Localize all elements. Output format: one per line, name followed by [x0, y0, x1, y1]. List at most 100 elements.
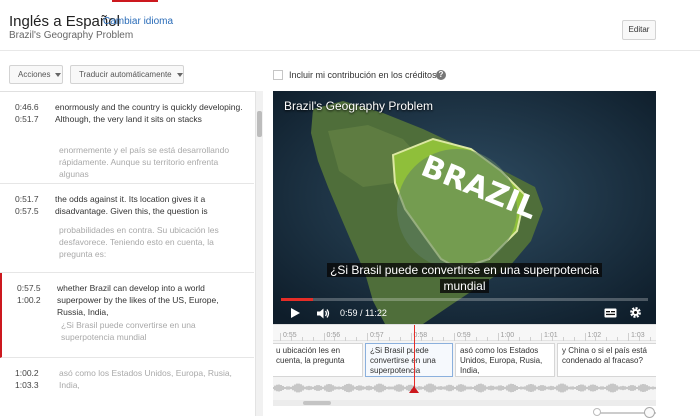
timeline-segment[interactable]: y China o si el país está condenado al f…	[557, 343, 656, 377]
caption-times: 0:57.5 1:00.2	[17, 282, 41, 306]
timeline-tick	[606, 337, 608, 341]
caption-row-active[interactable]: 0:57.5 1:00.2 whether Brazil can develop …	[0, 273, 254, 358]
timeline-segment[interactable]: u ubicación les en cuenta, la pregunta	[273, 343, 363, 377]
caption-translation[interactable]: enormemente y el país se está desarrolla…	[59, 144, 245, 180]
timeline-tick	[323, 333, 325, 341]
time-display: 0:59 / 11:22	[340, 308, 387, 318]
timeline-tick	[628, 333, 629, 341]
timeline-tick	[617, 337, 619, 341]
timeline-tick-label: 1:03	[631, 332, 645, 339]
timeline-tick-label: 1:02	[587, 332, 602, 339]
subtitle-line-1: ¿Si Brasil puede convertirse en una supe…	[327, 263, 602, 277]
zoom-slider-knob[interactable]	[644, 407, 655, 418]
timeline-tick-label: 1:01	[544, 332, 558, 339]
timeline-tick	[301, 337, 303, 341]
timeline-tick	[649, 337, 651, 341]
video-name: Brazil's Geography Problem	[9, 30, 134, 41]
timeline-tick	[280, 333, 281, 341]
progress-bar[interactable]	[281, 298, 648, 301]
page-header: Inglés a Español Cambiar idioma Brazil's…	[0, 3, 700, 51]
timeline-tick-label: 0:56	[326, 332, 341, 339]
timeline-tick	[475, 337, 477, 341]
timeline-tick	[388, 337, 390, 341]
actions-dropdown[interactable]: Acciones	[9, 65, 63, 84]
caption-start: 0:46.6	[15, 102, 39, 112]
gear-icon[interactable]	[629, 306, 642, 319]
timeline-tick	[486, 337, 488, 341]
timeline-tick	[290, 337, 292, 341]
caption-source: the odds against it. Its location gives …	[55, 194, 208, 216]
caption-translation[interactable]: ¿Si Brasil puede convertirse en una supe…	[61, 319, 247, 343]
caption-row[interactable]: 0:46.6 0:51.7 enormously and the country …	[0, 92, 254, 184]
timeline-tick	[312, 337, 314, 341]
caption-translation[interactable]: probabilidades en contra. Su ubicación l…	[59, 224, 245, 260]
subtitle-line-2: mundial	[440, 279, 489, 293]
top-accent-line	[112, 0, 158, 2]
timeline-tick	[399, 337, 401, 341]
caption-translation[interactable]: asó como los Estados Unidos, Europa, Rus…	[59, 367, 245, 391]
timeline-tick-label: 0:55	[283, 332, 297, 339]
zoom-out-icon[interactable]	[593, 408, 601, 416]
chevron-down-icon	[55, 72, 62, 77]
credit-checkbox[interactable]	[273, 70, 283, 80]
timeline-tick	[421, 337, 423, 341]
timeline-tick	[377, 337, 379, 341]
timeline-tick	[464, 337, 466, 341]
caption-start: 1:00.2	[15, 368, 39, 378]
auto-translate-label: Traducir automáticamente	[79, 70, 172, 79]
credit-label: Incluir mi contribución en los créditos.	[289, 70, 440, 80]
scrollbar-thumb[interactable]	[303, 401, 331, 405]
subtitle-overlay: ¿Si Brasil puede convertirse en una supe…	[273, 262, 656, 294]
help-icon[interactable]: ?	[436, 70, 446, 80]
waveform-path	[273, 383, 656, 393]
timeline-tick	[573, 337, 575, 341]
caption-times: 0:46.6 0:51.7	[15, 101, 39, 125]
video-title: Brazil's Geography Problem	[284, 99, 434, 113]
timeline-tick-label: 1:00	[500, 332, 515, 339]
caption-source: enormously and the country is quickly de…	[55, 102, 243, 124]
caption-row[interactable]: 1:00.2 1:03.3 asó como los Estados Unidos…	[0, 358, 254, 416]
timeline-tick	[541, 333, 542, 341]
actions-label: Acciones	[18, 70, 51, 79]
captions-icon[interactable]	[604, 308, 617, 318]
timeline-tick	[530, 337, 532, 341]
caption-row[interactable]: 0:51.7 0:57.5 the odds against it. Its lo…	[0, 184, 254, 273]
timeline-tick	[584, 333, 586, 341]
playhead[interactable]	[414, 325, 415, 393]
change-language-link[interactable]: Cambiar idioma	[103, 16, 173, 27]
progress-fill	[281, 298, 313, 301]
caption-start: 0:51.7	[15, 194, 39, 204]
timeline-tick	[595, 337, 597, 341]
caption-source: whether Brazil can develop into a world …	[57, 283, 219, 317]
caption-list-scrollbar[interactable]	[255, 91, 263, 416]
caption-start: 0:57.5	[17, 283, 41, 293]
caption-end: 0:57.5	[15, 206, 39, 216]
timeline-tick	[367, 333, 368, 341]
play-icon[interactable]	[291, 308, 300, 318]
timeline-ruler: 0:550:560:570:580:591:001:011:021:031:04…	[273, 325, 656, 341]
caption-times: 1:00.2 1:03.3	[15, 367, 39, 391]
caption-end: 1:03.3	[15, 380, 39, 390]
timeline-tick-label: 0:59	[457, 332, 471, 339]
video-player[interactable]: BRAZIL Brazil's Geography Problem ¿Si Br…	[273, 91, 656, 324]
edit-button[interactable]: Editar	[622, 20, 656, 40]
timeline-tick	[638, 337, 640, 341]
scrollbar-thumb[interactable]	[257, 111, 262, 137]
player-controls: 0:59 / 11:22	[273, 303, 656, 324]
timeline-tick	[454, 333, 455, 341]
timeline-tick	[443, 337, 445, 341]
timeline-segment[interactable]: asó como los Estados Unidos, Europa, Rus…	[455, 343, 555, 377]
timeline-tick	[519, 337, 521, 341]
timeline-tick	[562, 337, 564, 341]
timeline-scrollbar[interactable]	[273, 400, 656, 406]
playhead-handle[interactable]	[409, 386, 419, 393]
timeline-tick-label: 0:57	[370, 332, 384, 339]
caption-times: 0:51.7 0:57.5	[15, 193, 39, 217]
caption-end: 0:51.7	[15, 114, 39, 124]
volume-icon[interactable]	[316, 307, 330, 320]
caption-timeline[interactable]: 0:550:560:570:580:591:001:011:021:031:04…	[273, 324, 656, 400]
timeline-segment-active[interactable]: ¿Si Brasil puede convertirse en una supe…	[365, 343, 453, 377]
auto-translate-dropdown[interactable]: Traducir automáticamente	[70, 65, 184, 84]
timeline-tick	[497, 333, 499, 341]
timeline-tick	[432, 337, 434, 341]
